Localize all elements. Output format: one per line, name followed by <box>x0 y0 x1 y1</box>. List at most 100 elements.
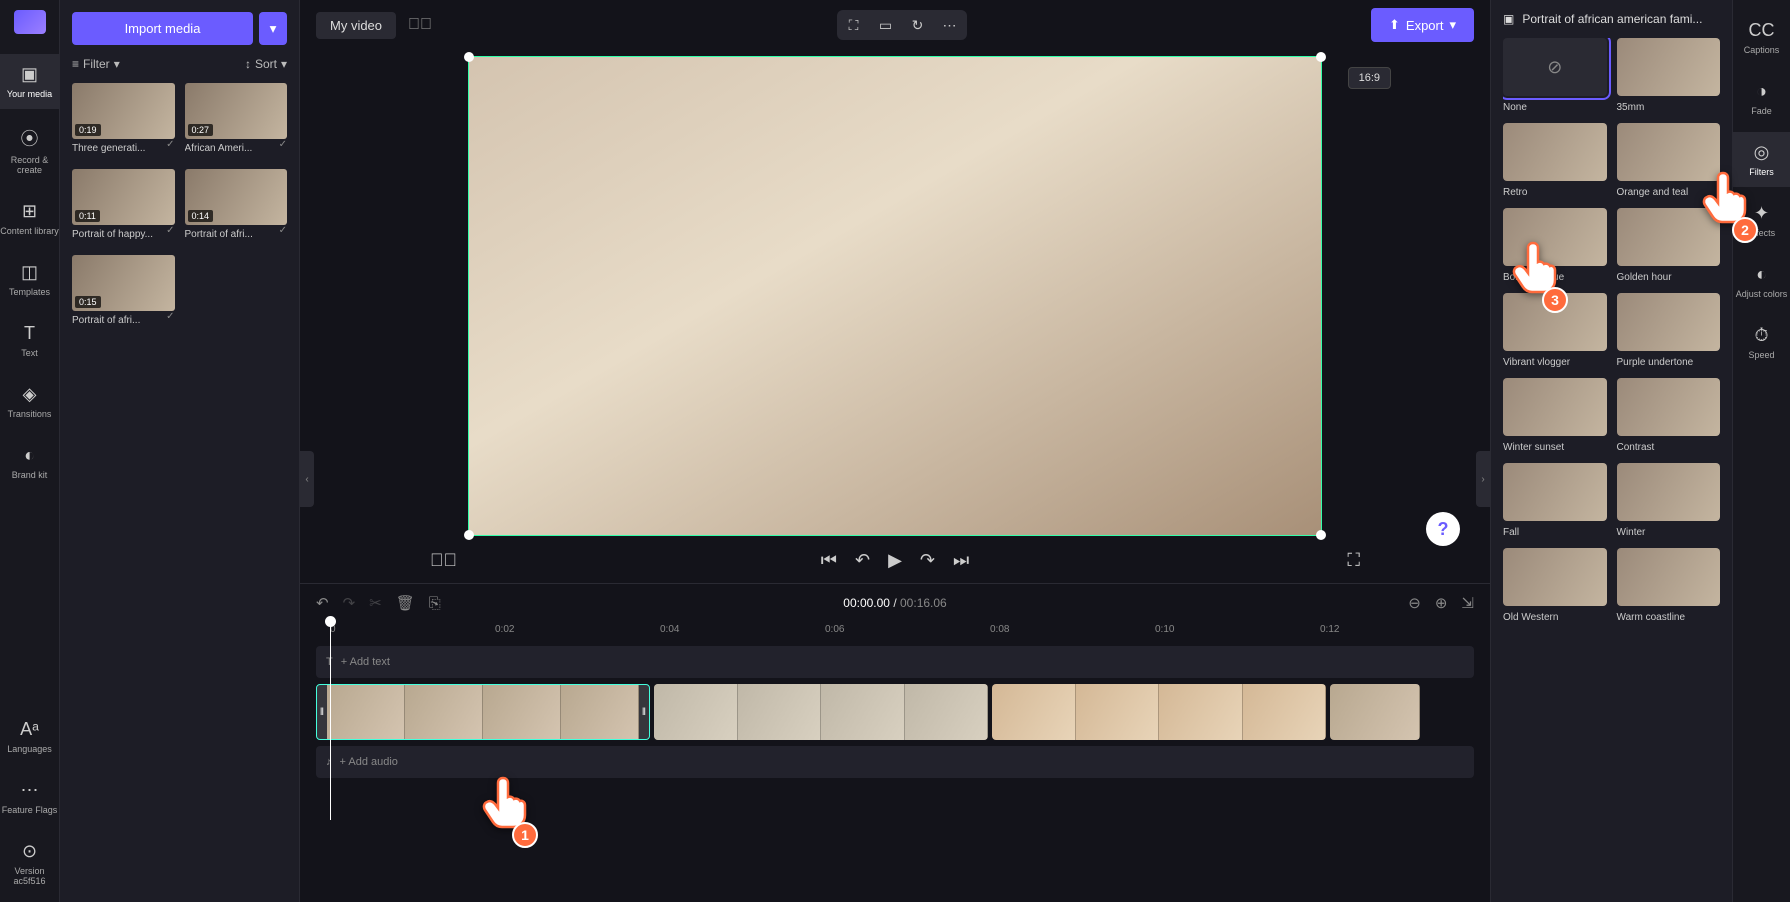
delete-button[interactable]: 🗑 <box>396 594 415 612</box>
left-rail-templates[interactable]: ◫Templates <box>0 252 59 307</box>
forward-button[interactable]: ↷ <box>920 550 935 571</box>
video-clip-3[interactable] <box>992 684 1326 740</box>
right-rail-filters[interactable]: ◎Filters <box>1733 132 1790 187</box>
media-item[interactable]: 0:14Portrait of afri...✓ <box>185 169 288 245</box>
right-rail-effects[interactable]: ✦Effects <box>1733 193 1790 248</box>
video-clip-1[interactable]: ‖ ‖ <box>316 684 650 740</box>
play-button[interactable]: ▶ <box>888 550 902 571</box>
filter-winter-sunset[interactable]: Winter sunset <box>1503 378 1607 453</box>
filter-thumbnail <box>1503 378 1607 436</box>
aspect-ratio-button[interactable]: 16:9 <box>1348 67 1391 89</box>
zoom-out-button[interactable]: ⊖ <box>1408 594 1421 612</box>
left-rail-content-library[interactable]: ⊞Content library <box>0 191 59 246</box>
filter-thumbnail <box>1617 293 1721 351</box>
filter-fall[interactable]: Fall <box>1503 463 1607 538</box>
filters-panel-header: ▣ Portrait of african american fami... <box>1503 12 1720 26</box>
import-media-button[interactable]: Import media <box>72 12 253 45</box>
video-clip-4[interactable] <box>1330 684 1420 740</box>
filter-bold-and-blue[interactable]: Bold and blue <box>1503 208 1607 283</box>
property-icon: ◐ <box>1756 264 1767 285</box>
filter-name: Retro <box>1503 187 1607 198</box>
import-dropdown-button[interactable]: ▾ <box>259 12 287 45</box>
rotate-button[interactable]: ↻ <box>903 12 933 38</box>
playhead[interactable] <box>330 620 331 820</box>
duplicate-button[interactable]: ⎘ <box>429 595 441 612</box>
timeline-ruler[interactable]: 00:020:040:060:080:100:12 <box>316 620 1474 644</box>
sort-button[interactable]: ↕Sort▾ <box>245 57 287 71</box>
audio-track[interactable]: ♪ + Add audio <box>316 746 1474 778</box>
media-icon: ▣ <box>1503 12 1514 26</box>
safe-zone-button[interactable]: ▣⃠ <box>430 550 457 571</box>
filter--mm[interactable]: 35mm <box>1617 38 1721 113</box>
nav-icon: ◫ <box>21 262 38 283</box>
left-rail-transitions[interactable]: ◈Transitions <box>0 374 59 429</box>
skip-back-button[interactable]: ⏮ <box>821 550 837 571</box>
help-button[interactable]: ? <box>1426 512 1460 546</box>
resize-handle-bl[interactable] <box>464 530 474 540</box>
chevron-down-icon: ▾ <box>281 57 287 71</box>
nav-label: Feature Flags <box>2 805 58 815</box>
left-rail-record-create[interactable]: ⦿Record & create <box>0 115 59 185</box>
left-rail-version-ac-f-[interactable]: ⊙Version ac5f516 <box>0 831 59 896</box>
video-clip-2[interactable] <box>654 684 988 740</box>
zoom-fit-button[interactable]: ⇲ <box>1461 594 1474 612</box>
right-rail-adjust-colors[interactable]: ◐Adjust colors <box>1733 254 1790 309</box>
media-item[interactable]: 0:19Three generati...✓ <box>72 83 175 159</box>
filter-warm-coastline[interactable]: Warm coastline <box>1617 548 1721 623</box>
add-audio-label: + Add audio <box>340 756 398 768</box>
redo-button[interactable]: ↷ <box>343 594 356 612</box>
video-preview[interactable]: 16:9 <box>468 56 1322 536</box>
filter-button[interactable]: ≡Filter▾ <box>72 57 120 71</box>
filter-contrast[interactable]: Contrast <box>1617 378 1721 453</box>
text-track[interactable]: T + Add text <box>316 646 1474 678</box>
resize-handle-tl[interactable] <box>464 52 474 62</box>
cut-button[interactable]: ✂ <box>369 594 382 612</box>
filter-retro[interactable]: Retro <box>1503 123 1607 198</box>
left-rail-brand-kit[interactable]: ◐Brand kit <box>0 435 59 490</box>
crop-button[interactable]: ⛶ <box>839 12 869 38</box>
zoom-in-button[interactable]: ⊕ <box>1435 594 1448 612</box>
filter-golden-hour[interactable]: Golden hour <box>1617 208 1721 283</box>
ruler-tick: 0:10 <box>1155 624 1174 635</box>
left-rail-languages[interactable]: AᵃLanguages <box>0 709 59 764</box>
left-rail-feature-flags[interactable]: ⋯Feature Flags <box>0 770 59 825</box>
rewind-button[interactable]: ↶ <box>855 550 870 571</box>
media-item[interactable]: 0:11Portrait of happy...✓ <box>72 169 175 245</box>
filter-winter[interactable]: Winter <box>1617 463 1721 538</box>
collapse-right-panel[interactable]: › <box>1476 451 1490 507</box>
media-thumbnail: 0:11 <box>72 169 175 225</box>
filter-name: 35mm <box>1617 102 1721 113</box>
video-track: ‖ ‖ <box>316 684 1474 740</box>
media-duration: 0:11 <box>75 210 100 222</box>
clip-handle-right[interactable]: ‖ <box>639 685 649 739</box>
right-rail-fade[interactable]: ◑Fade <box>1733 71 1790 126</box>
frame-button[interactable]: ▭ <box>871 12 901 38</box>
fullscreen-button[interactable]: ⛶ <box>1347 550 1360 571</box>
left-rail-your-media[interactable]: ▣Your media <box>0 54 59 109</box>
resize-handle-br[interactable] <box>1316 530 1326 540</box>
media-thumbnail: 0:14 <box>185 169 288 225</box>
undo-button[interactable]: ↶ <box>316 594 329 612</box>
project-title[interactable]: My video <box>316 12 396 39</box>
export-button[interactable]: ⬆Export▾ <box>1371 8 1474 42</box>
filter-vibrant-vlogger[interactable]: Vibrant vlogger <box>1503 293 1607 368</box>
filter-purple-undertone[interactable]: Purple undertone <box>1617 293 1721 368</box>
media-item[interactable]: 0:27African Ameri...✓ <box>185 83 288 159</box>
clip-handle-left[interactable]: ‖ <box>317 685 327 739</box>
media-name: Portrait of happy... <box>72 229 153 240</box>
property-label: Speed <box>1748 350 1774 360</box>
filter-none[interactable]: ⊘None <box>1503 38 1607 113</box>
skip-forward-button[interactable]: ⏭ <box>953 550 969 571</box>
resize-handle-tr[interactable] <box>1316 52 1326 62</box>
left-rail-text[interactable]: TText <box>0 313 59 368</box>
property-label: Captions <box>1744 45 1780 55</box>
filter-name: Orange and teal <box>1617 187 1721 198</box>
filter-orange-and-teal[interactable]: Orange and teal <box>1617 123 1721 198</box>
media-item[interactable]: 0:15Portrait of afri...✓ <box>72 255 175 331</box>
filter-name: Warm coastline <box>1617 612 1721 623</box>
right-rail-speed[interactable]: ⏱Speed <box>1733 315 1790 370</box>
filter-old-western[interactable]: Old Western <box>1503 548 1607 623</box>
more-options-button[interactable]: ⋯ <box>935 12 965 38</box>
filter-thumbnail <box>1503 208 1607 266</box>
right-rail-captions[interactable]: CCCaptions <box>1733 10 1790 65</box>
